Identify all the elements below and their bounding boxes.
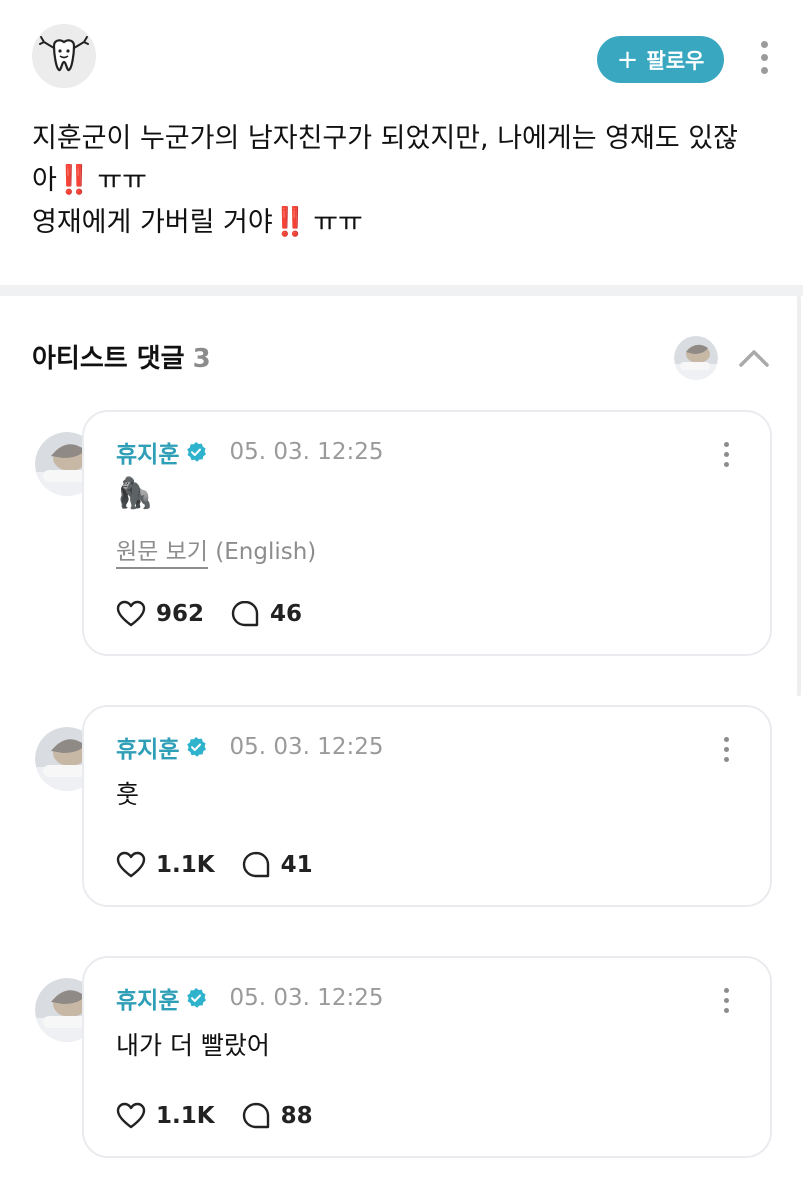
comment-item: 휴지훈 05. 03. 12:25 훗 1.1K 41 — [32, 705, 773, 907]
double-exclamation-icon: ‼️ — [272, 205, 308, 238]
comment-item: 휴지훈 05. 03. 12:25 🦍 원문 보기 (English) 962 — [32, 410, 773, 656]
heart-icon — [116, 600, 146, 627]
comment-item: 휴지훈 05. 03. 12:25 내가 더 빨랐어 1.1K 88 — [32, 956, 773, 1158]
reply-button[interactable]: 41 — [241, 850, 313, 880]
commenter-name[interactable]: 휴지훈 — [116, 981, 179, 1015]
kebab-dot — [723, 757, 729, 762]
comment-date: 05. 03. 12:25 — [229, 734, 384, 760]
comment-card: 휴지훈 05. 03. 12:25 내가 더 빨랐어 1.1K 88 — [82, 956, 772, 1158]
kebab-dot — [760, 67, 768, 74]
reply-count: 88 — [280, 1103, 313, 1129]
chevron-up-icon[interactable] — [736, 342, 772, 372]
comment-meta: 휴지훈 05. 03. 12:25 — [116, 980, 384, 1016]
comment-bubble-icon — [242, 1102, 269, 1129]
commenter-name[interactable]: 휴지훈 — [116, 730, 179, 764]
comment-meta: 휴지훈 05. 03. 12:25 — [116, 434, 384, 470]
kebab-dot — [723, 1008, 729, 1013]
post-line-2: 아‼️ ㅠㅠ — [32, 163, 147, 196]
reply-count: 46 — [270, 601, 303, 627]
comment-date: 05. 03. 12:25 — [229, 439, 384, 465]
kebab-dot — [723, 737, 729, 742]
reply-button[interactable]: 88 — [241, 1101, 313, 1131]
artist-comments-title: 아티스트 댓글 3 — [32, 344, 211, 374]
kebab-dot — [723, 442, 729, 447]
like-button[interactable]: 1.1K — [116, 1102, 215, 1130]
post-menu-button[interactable] — [754, 41, 774, 74]
scrollbar[interactable] — [797, 296, 801, 696]
comment-actions: 1.1K 88 — [116, 1098, 339, 1134]
comment-bubble-icon — [242, 851, 269, 878]
comment-text: 🦍 — [116, 476, 154, 511]
comment-bubble-icon — [231, 600, 259, 627]
follow-button[interactable]: + 팔로우 — [597, 36, 724, 83]
heart-icon — [116, 1102, 146, 1129]
follow-label: 팔로우 — [646, 48, 705, 73]
artist-comments-header: 아티스트 댓글 3 — [32, 330, 772, 386]
kebab-dot — [723, 988, 729, 993]
comment-card: 휴지훈 05. 03. 12:25 🦍 원문 보기 (English) 962 — [82, 410, 772, 656]
kebab-dot — [723, 998, 729, 1003]
artist-photo-icon — [674, 336, 718, 380]
post-line-3: 영재에게 가버릴 거야‼️ ㅠㅠ — [32, 205, 363, 238]
post-line-1: 지훈군이 누군가의 남자친구가 되었지만, 나에게는 영재도 있잖 — [32, 123, 738, 154]
comment-menu-button[interactable] — [716, 737, 736, 762]
comment-menu-button[interactable] — [716, 988, 736, 1013]
comment-card: 휴지훈 05. 03. 12:25 훗 1.1K 41 — [82, 705, 772, 907]
kebab-dot — [760, 54, 768, 61]
section-divider — [0, 285, 803, 296]
artist-comments-count: 3 — [192, 344, 211, 374]
commenter-name[interactable]: 휴지훈 — [116, 435, 179, 469]
kebab-dot — [723, 747, 729, 752]
like-count: 1.1K — [156, 852, 215, 878]
comment-date: 05. 03. 12:25 — [229, 985, 384, 1011]
post-body: 지훈군이 누군가의 남자친구가 되었지만, 나에게는 영재도 있잖 아‼️ ㅠㅠ… — [32, 118, 772, 243]
comment-text: 훗 — [116, 780, 140, 809]
reply-count: 41 — [280, 852, 313, 878]
author-avatar[interactable] — [32, 24, 96, 88]
comment-text: 내가 더 빨랐어 — [116, 1031, 270, 1060]
comment-actions: 962 46 — [116, 596, 328, 632]
double-exclamation-icon: ‼️ — [56, 163, 92, 196]
view-original-link[interactable]: 원문 보기 (English) — [116, 532, 316, 569]
like-button[interactable]: 1.1K — [116, 851, 215, 879]
comment-menu-button[interactable] — [716, 442, 736, 467]
reply-button[interactable]: 46 — [230, 599, 302, 629]
kebab-dot — [723, 462, 729, 467]
comment-actions: 1.1K 41 — [116, 847, 339, 883]
comment-meta: 휴지훈 05. 03. 12:25 — [116, 729, 384, 765]
plus-icon: + — [616, 44, 639, 75]
like-button[interactable]: 962 — [116, 600, 204, 628]
post-header: + 팔로우 — [0, 0, 803, 110]
kebab-dot — [723, 452, 729, 457]
like-count: 962 — [156, 601, 205, 627]
verified-badge-icon — [187, 988, 207, 1008]
like-count: 1.1K — [156, 1103, 215, 1129]
verified-badge-icon — [187, 737, 207, 757]
kebab-dot — [760, 41, 768, 48]
verified-badge-icon — [187, 442, 207, 462]
heart-icon — [116, 851, 146, 878]
artist-avatar-small — [674, 336, 718, 380]
tooth-mascot-icon — [32, 24, 96, 88]
